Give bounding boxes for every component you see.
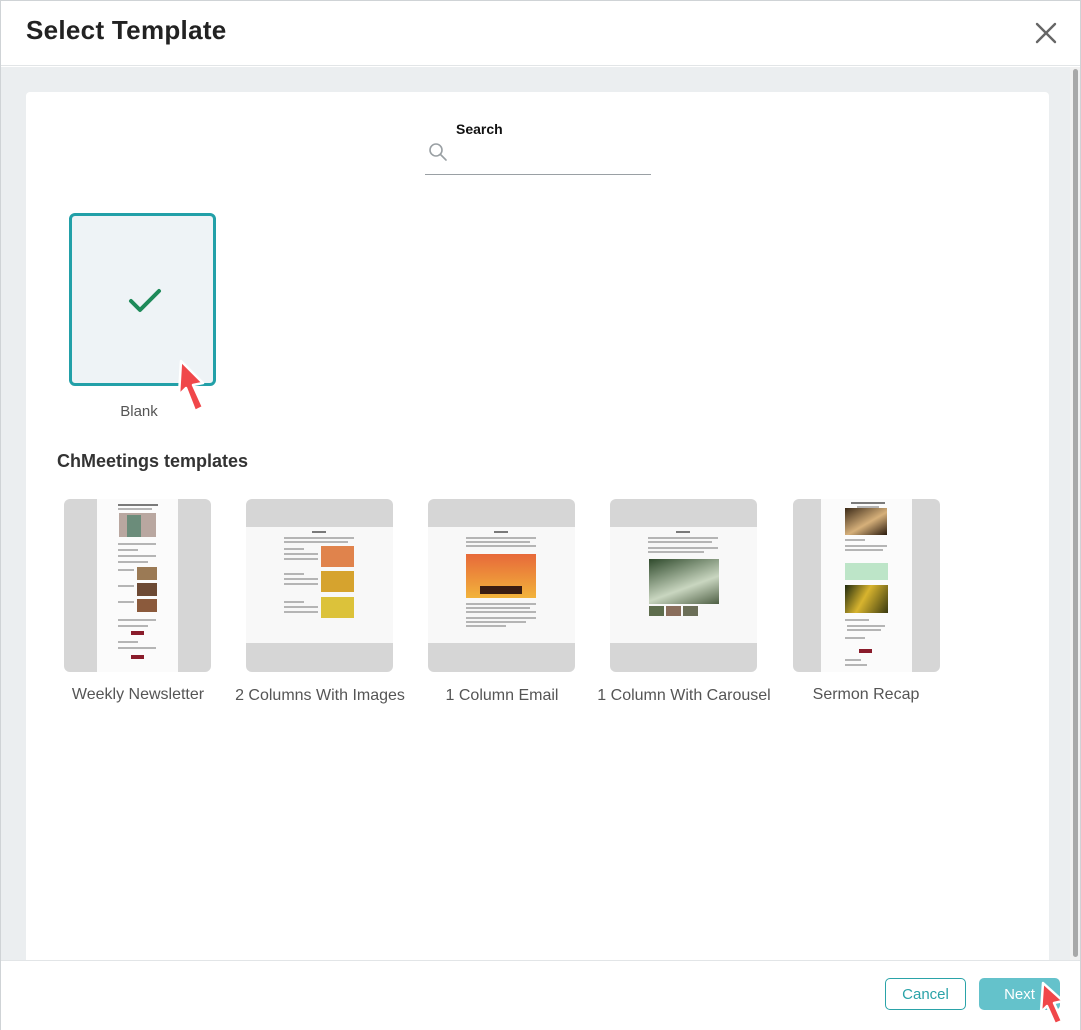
template-label-sermon-recap: Sermon Recap [812, 686, 920, 703]
template-thumbnail-2-columns-with-images[interactable] [246, 499, 393, 672]
scrollbar-thumb[interactable] [1073, 69, 1078, 957]
template-thumbnail-sermon-recap[interactable] [793, 499, 940, 672]
section-title: ChMeetings templates [57, 451, 249, 471]
dialog-header: Select Template [1, 1, 1080, 66]
one-column-page-preview [428, 527, 575, 643]
template-thumbnail-weekly-newsletter[interactable] [64, 499, 211, 672]
template-thumbnail-1-column-email[interactable] [428, 499, 575, 672]
two-column-page-preview [246, 527, 393, 643]
blank-template-label: Blank [120, 403, 158, 420]
search-label: Search [456, 121, 503, 137]
search-input[interactable] [453, 141, 643, 167]
vertical-scrollbar[interactable] [1070, 67, 1080, 960]
blank-template-tile[interactable] [69, 213, 216, 386]
select-template-dialog: Select Template Search Blank ChMeetings … [0, 0, 1081, 1030]
newsletter-page-preview [97, 499, 178, 672]
template-label-1-column-with-carousel: 1 Column With Carousel [597, 687, 771, 704]
dialog-footer: Cancel Next [1, 960, 1080, 1030]
check-icon [129, 289, 161, 312]
template-label-1-column-email: 1 Column Email [445, 687, 559, 704]
template-thumbnail-1-column-with-carousel[interactable] [610, 499, 757, 672]
next-button[interactable]: Next [979, 978, 1060, 1010]
close-button[interactable] [1031, 18, 1063, 50]
carousel-page-preview [610, 527, 757, 643]
template-label-2-columns-with-images: 2 Columns With Images [235, 687, 405, 704]
close-icon [1035, 22, 1057, 44]
dialog-title: Select Template [26, 15, 227, 45]
search-field[interactable] [425, 139, 651, 175]
search-icon [429, 143, 447, 161]
cancel-button[interactable]: Cancel [885, 978, 966, 1010]
sermon-page-preview [821, 499, 912, 672]
template-label-weekly-newsletter: Weekly Newsletter [71, 686, 205, 703]
